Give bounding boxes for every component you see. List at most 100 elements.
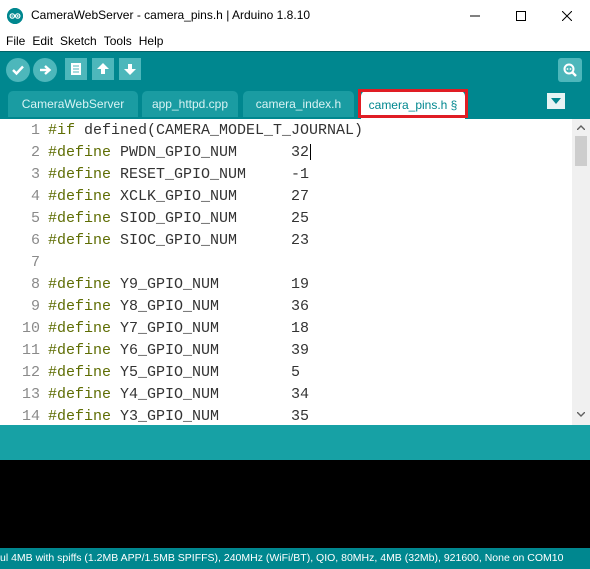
preprocessor-keyword: #define — [48, 408, 112, 425]
line-number: 11 — [21, 342, 40, 359]
close-button[interactable] — [544, 0, 590, 31]
code-body: Y6_GPIO_NUM 39 — [111, 342, 310, 359]
preprocessor-keyword: #define — [48, 386, 112, 403]
console-output[interactable] — [0, 460, 590, 548]
code-text: #define Y9_GPIO_NUM 19 — [48, 274, 309, 296]
preprocessor-keyword: #define — [48, 298, 112, 315]
code-text: #define SIOC_GPIO_NUM 23 — [48, 230, 309, 252]
save-button[interactable] — [119, 58, 141, 80]
preprocessor-keyword: #define — [48, 232, 112, 249]
line-number: 13 — [21, 386, 40, 403]
code-text: #if defined(CAMERA_MODEL_T_JOURNAL) — [48, 120, 363, 142]
line-number: 3 — [30, 166, 40, 183]
code-body: SIOC_GPIO_NUM 23 — [111, 232, 310, 249]
checkmark-icon — [12, 65, 24, 76]
code-line[interactable]: 5 #define SIOD_GPIO_NUM 25 — [0, 208, 570, 230]
window-title: CameraWebServer - camera_pins.h | Arduin… — [31, 8, 311, 22]
menu-file[interactable]: File — [6, 34, 25, 48]
code-text: #define Y6_GPIO_NUM 39 — [48, 340, 309, 362]
code-text: #define Y4_GPIO_NUM 34 — [48, 384, 309, 406]
board-info-bar: ul 4MB with spiffs (1.2MB APP/1.5MB SPIF… — [0, 548, 590, 569]
preprocessor-keyword: #define — [48, 276, 112, 293]
menu-tools[interactable]: Tools — [104, 34, 132, 48]
code-body: RESET_GPIO_NUM -1 — [111, 166, 310, 183]
code-body: Y5_GPIO_NUM 5 — [111, 364, 301, 381]
code-line[interactable]: 7 — [0, 252, 570, 274]
scrollbar-thumb[interactable] — [575, 136, 587, 166]
code-text: #define Y7_GPIO_NUM 18 — [48, 318, 309, 340]
new-button[interactable] — [65, 58, 87, 80]
arrow-right-icon — [40, 65, 52, 75]
vertical-scrollbar[interactable] — [572, 119, 590, 425]
serial-monitor-button[interactable] — [558, 58, 582, 82]
code-body: defined(CAMERA_MODEL_T_JOURNAL) — [75, 122, 364, 139]
upload-button[interactable] — [33, 58, 57, 82]
code-body: SIOD_GPIO_NUM 25 — [111, 210, 310, 227]
line-number: 9 — [30, 298, 40, 315]
code-line[interactable]: 1 #if defined(CAMERA_MODEL_T_JOURNAL) — [0, 120, 570, 142]
preprocessor-keyword: #define — [48, 320, 112, 337]
tab-label: camera_index.h — [255, 97, 342, 111]
title-bar: CameraWebServer - camera_pins.h | Arduin… — [0, 0, 590, 31]
code-line[interactable]: 9 #define Y8_GPIO_NUM 36 — [0, 296, 570, 318]
maximize-button[interactable] — [498, 0, 544, 31]
code-line[interactable]: 12 #define Y5_GPIO_NUM 5 — [0, 362, 570, 384]
code-line[interactable]: 13 #define Y4_GPIO_NUM 34 — [0, 384, 570, 406]
line-number: 12 — [21, 364, 40, 381]
code-line[interactable]: 10 #define Y7_GPIO_NUM 18 — [0, 318, 570, 340]
line-number: 5 — [30, 210, 40, 227]
code-line[interactable]: 6 #define SIOC_GPIO_NUM 23 — [0, 230, 570, 252]
preprocessor-keyword: #if — [48, 122, 76, 139]
serial-monitor-icon — [563, 63, 577, 77]
tab-camerawebserver[interactable]: CameraWebServer — [8, 91, 138, 117]
code-line[interactable]: 4 #define XCLK_GPIO_NUM 27 — [0, 186, 570, 208]
tab-bar: CameraWebServer app_httpd.cpp camera_ind… — [0, 87, 590, 119]
line-number: 1 — [30, 122, 40, 139]
preprocessor-keyword: #define — [48, 364, 112, 381]
minimize-icon — [470, 15, 480, 16]
menu-help[interactable]: Help — [139, 34, 164, 48]
verify-button[interactable] — [6, 58, 30, 82]
scroll-up-icon[interactable] — [576, 122, 586, 132]
menu-bar: File Edit Sketch Tools Help — [0, 31, 590, 51]
code-text: #define PWDN_GPIO_NUM 32 — [48, 142, 312, 164]
code-editor[interactable]: 1 #if defined(CAMERA_MODEL_T_JOURNAL) 2 #de… — [0, 119, 590, 425]
preprocessor-keyword: #define — [48, 188, 112, 205]
menu-sketch[interactable]: Sketch — [60, 34, 97, 48]
preprocessor-keyword: #define — [48, 166, 112, 183]
tab-camera-index[interactable]: camera_index.h — [243, 91, 354, 117]
code-line[interactable]: 14 #define Y3_GPIO_NUM 35 — [0, 406, 570, 425]
code-line[interactable]: 3 #define RESET_GPIO_NUM -1 — [0, 164, 570, 186]
arrow-up-icon — [97, 63, 109, 74]
code-text: #define XCLK_GPIO_NUM 27 — [48, 186, 309, 208]
tab-label: CameraWebServer — [21, 97, 125, 111]
open-button[interactable] — [92, 58, 114, 80]
scroll-down-icon[interactable] — [576, 409, 586, 419]
preprocessor-keyword: #define — [48, 144, 112, 161]
line-number: 7 — [30, 254, 40, 271]
code-text: #define Y8_GPIO_NUM 36 — [48, 296, 309, 318]
minimize-button[interactable] — [452, 0, 498, 31]
line-number: 8 — [30, 276, 40, 293]
code-text: #define SIOD_GPIO_NUM 25 — [48, 208, 309, 230]
arduino-logo-icon — [7, 8, 23, 24]
toolbar — [0, 51, 590, 87]
tabs-menu-button[interactable] — [547, 93, 565, 109]
status-bar — [0, 425, 590, 460]
preprocessor-keyword: #define — [48, 210, 112, 227]
code-body: Y4_GPIO_NUM 34 — [111, 386, 310, 403]
preprocessor-keyword: #define — [48, 342, 112, 359]
menu-edit[interactable]: Edit — [32, 34, 53, 48]
code-text: #define RESET_GPIO_NUM -1 — [48, 164, 309, 186]
line-number: 2 — [30, 144, 40, 161]
code-line[interactable]: 2 #define PWDN_GPIO_NUM 32 — [0, 142, 570, 164]
tab-label: app_httpd.cpp — [151, 97, 229, 111]
chevron-down-icon — [551, 98, 561, 104]
arrow-down-icon — [124, 64, 136, 75]
code-body: Y7_GPIO_NUM 18 — [111, 320, 310, 337]
line-number: 4 — [30, 188, 40, 205]
code-line[interactable]: 11 #define Y6_GPIO_NUM 39 — [0, 340, 570, 362]
code-body: Y9_GPIO_NUM 19 — [111, 276, 310, 293]
tab-app-httpd[interactable]: app_httpd.cpp — [142, 91, 238, 117]
code-line[interactable]: 8 #define Y9_GPIO_NUM 19 — [0, 274, 570, 296]
